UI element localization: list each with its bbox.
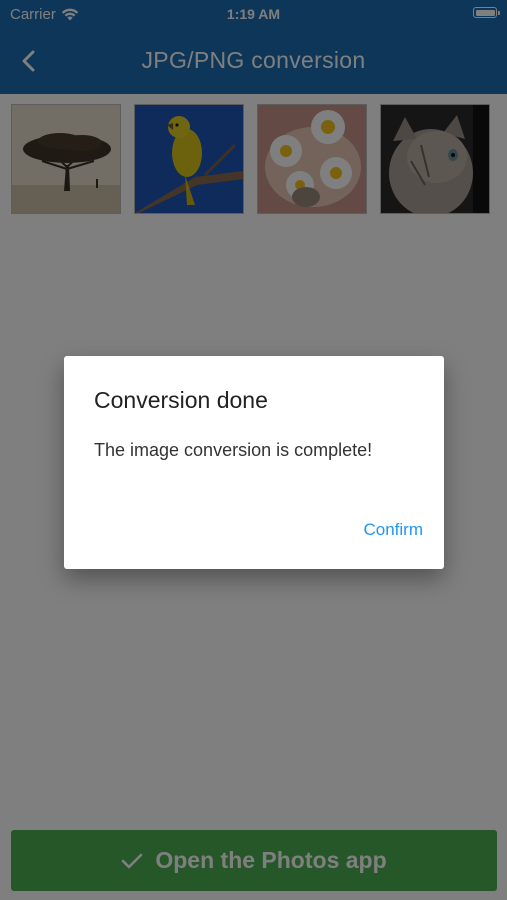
dialog-message: The image conversion is complete! <box>94 440 373 460</box>
conversion-done-dialog: Conversion done The image conversion is … <box>64 356 444 569</box>
dialog-title: Conversion done <box>94 387 268 413</box>
confirm-button[interactable]: Confirm <box>363 520 423 540</box>
